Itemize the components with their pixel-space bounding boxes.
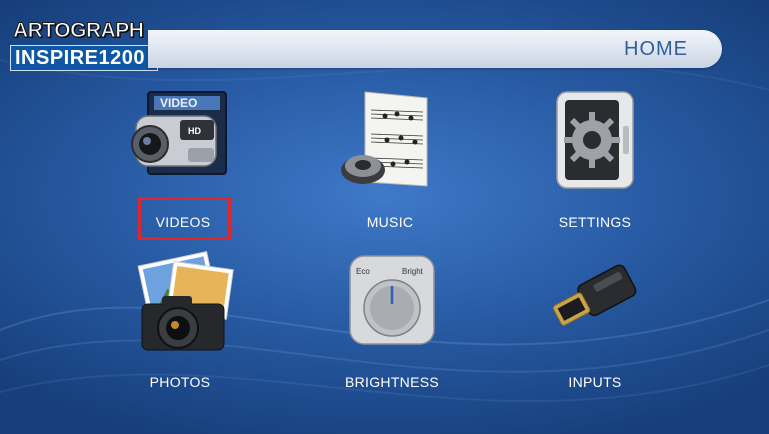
menu-item-settings[interactable]: SETTINGS	[500, 86, 690, 256]
page-title: HOME	[624, 38, 688, 60]
svg-text:VIDEO: VIDEO	[160, 96, 197, 110]
video-camera-icon: VIDEO HD	[131, 91, 227, 175]
logo-model: INSPIRE1200	[15, 47, 146, 69]
music-icon	[341, 91, 428, 187]
selection-highlight	[138, 197, 231, 240]
brightness-scale-high: Bright	[402, 267, 424, 276]
menu-item-music[interactable]: MUSIC	[295, 86, 485, 256]
brightness-label: BRIGHTNESS	[344, 374, 439, 390]
svg-text:HD: HD	[188, 126, 201, 136]
logo-brand: ARTOGRAPH	[12, 19, 144, 43]
photos-icon	[137, 251, 234, 351]
header-bar: HOME	[148, 30, 722, 68]
inputs-label: INPUTS	[568, 374, 622, 390]
logo-model-box: INSPIRE1200	[10, 45, 158, 71]
menu-item-photos[interactable]: PHOTOS	[85, 250, 275, 420]
settings-icon	[556, 91, 634, 189]
menu-item-inputs[interactable]: INPUTS	[500, 250, 690, 420]
brightness-icon: Eco Bright	[349, 255, 435, 345]
settings-label: SETTINGS	[558, 214, 632, 230]
home-screen: ARTOGRAPH INSPIRE1200 HOME VIDEO HD VIDE…	[0, 0, 769, 434]
menu-item-brightness[interactable]: Eco Bright BRIGHTNESS	[297, 250, 487, 420]
music-label: MUSIC	[366, 214, 414, 230]
artograph-logo: ARTOGRAPH INSPIRE1200	[8, 17, 158, 73]
hdmi-input-icon	[552, 264, 637, 326]
brightness-scale-low: Eco	[356, 267, 370, 276]
photos-label: PHOTOS	[149, 374, 211, 390]
